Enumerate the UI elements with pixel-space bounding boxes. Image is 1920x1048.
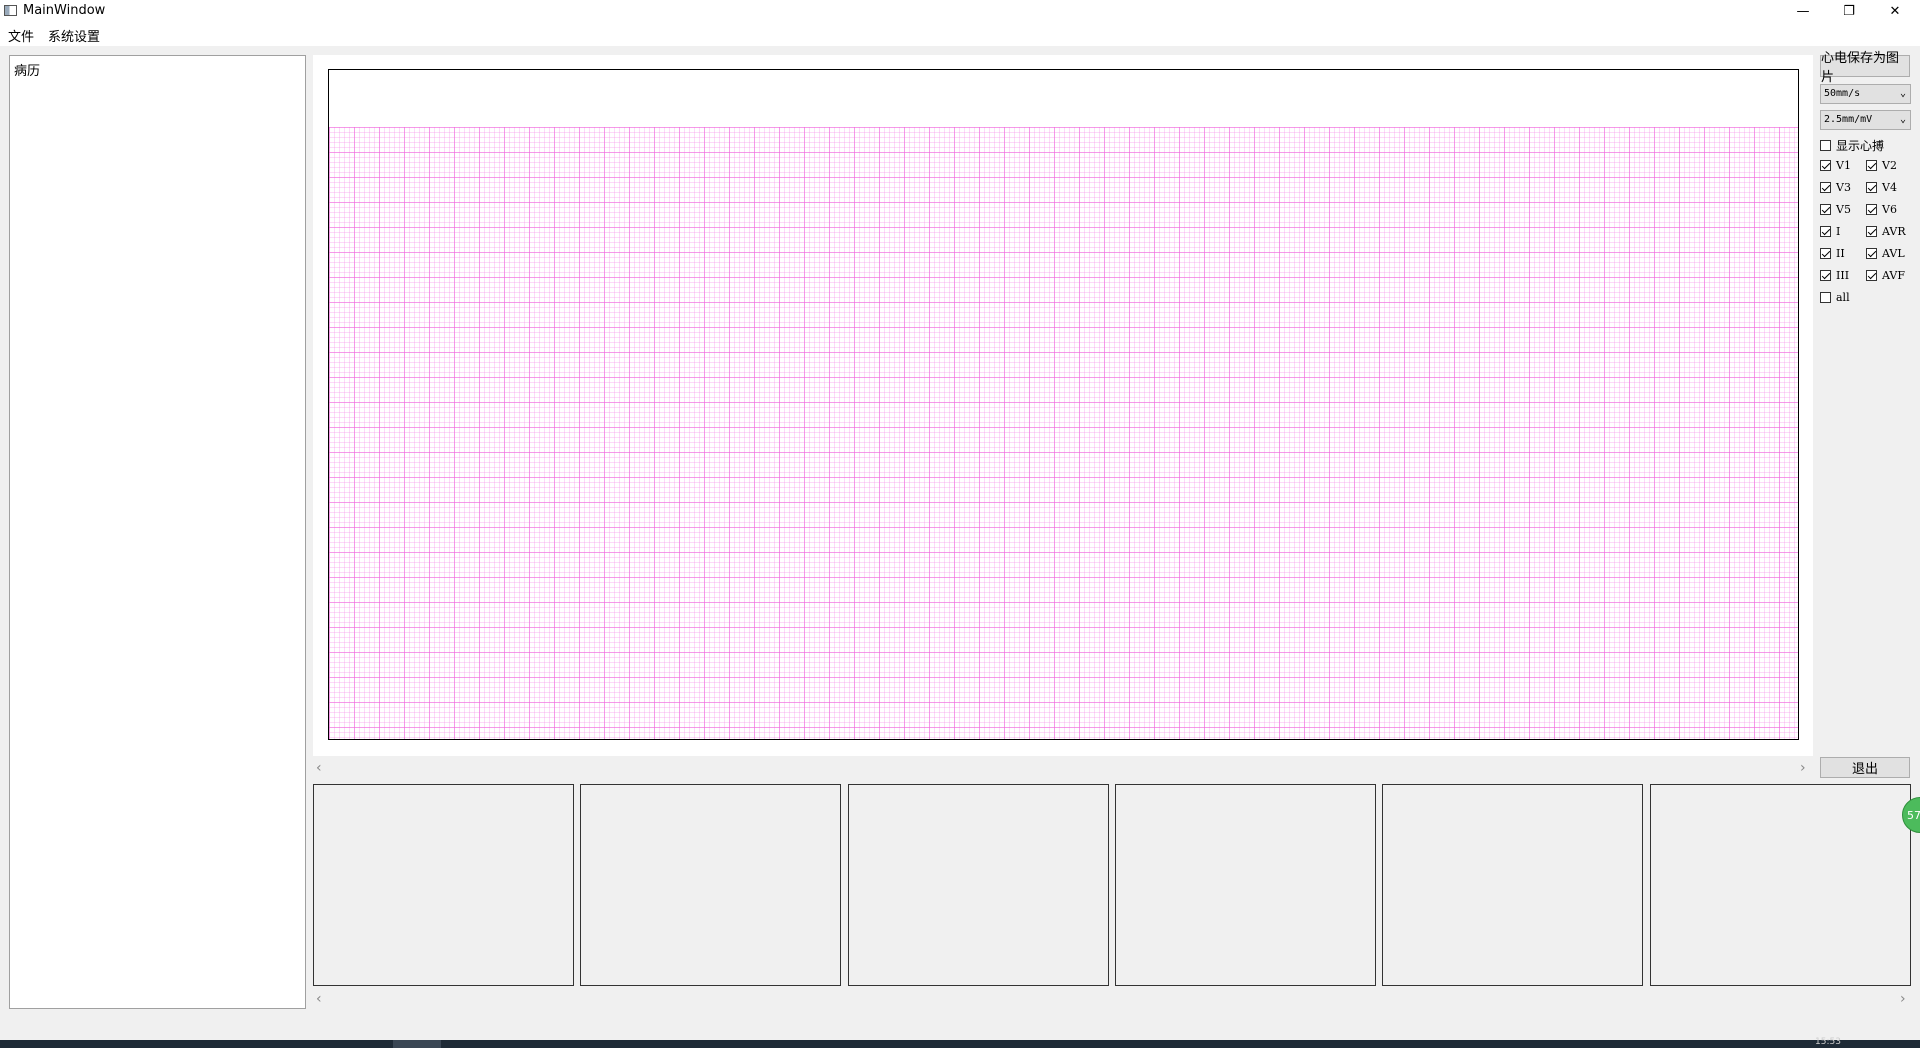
show-beat-checkbox[interactable]: 显示心搏	[1820, 137, 1884, 154]
app-icon	[4, 5, 17, 16]
menu-file[interactable]: 文件	[8, 26, 34, 45]
lead-label: AVF	[1882, 269, 1905, 282]
close-button[interactable]: ✕	[1872, 0, 1918, 22]
thumbnail[interactable]	[1650, 784, 1911, 986]
save-image-button[interactable]: 心电保存为图片	[1820, 51, 1910, 85]
chevron-down-icon: ⌄	[1899, 114, 1906, 125]
lead-checkbox-avf[interactable]: AVF	[1866, 269, 1905, 282]
lead-label: V5	[1836, 203, 1851, 216]
ecg-scrollbar[interactable]: ‹ ›	[313, 760, 1813, 776]
thumbnail[interactable]	[1115, 784, 1376, 986]
lead-label: III	[1836, 269, 1850, 282]
ecg-view	[313, 55, 1813, 756]
thumbnail[interactable]	[848, 784, 1109, 986]
lead-label: V3	[1836, 181, 1851, 194]
checkbox-box[interactable]	[1866, 248, 1877, 259]
checkbox-box[interactable]	[1820, 204, 1831, 215]
checkbox-box[interactable]	[1866, 160, 1877, 171]
lead-checkbox-v2[interactable]: V2	[1866, 159, 1897, 172]
lead-checkbox-v1[interactable]: V1	[1820, 159, 1851, 172]
checkbox-box[interactable]	[1866, 226, 1877, 237]
record-panel[interactable]: 病历	[9, 55, 306, 1009]
speed-select[interactable]: 50mm/s ⌄	[1820, 84, 1911, 104]
lead-label: V6	[1882, 203, 1897, 216]
all-label: all	[1836, 291, 1850, 304]
speed-value: 50mm/s	[1824, 88, 1861, 99]
lead-checkbox-avl[interactable]: AVL	[1866, 247, 1905, 260]
lead-label: V1	[1836, 159, 1851, 172]
lead-label: V4	[1882, 181, 1897, 194]
gain-select[interactable]: 2.5mm/mV ⌄	[1820, 110, 1911, 130]
lead-checkbox-v6[interactable]: V6	[1866, 203, 1897, 216]
show-beat-label: 显示心搏	[1836, 139, 1885, 153]
thumbnail[interactable]	[580, 784, 841, 986]
lead-label: AVL	[1882, 247, 1905, 260]
lead-checkbox-v3[interactable]: V3	[1820, 181, 1851, 194]
lead-label: I	[1836, 225, 1841, 238]
all-checkbox[interactable]: all	[1820, 291, 1850, 304]
lead-label: V2	[1882, 159, 1897, 172]
restore-button[interactable]: ❐	[1826, 0, 1872, 22]
lead-label: II	[1836, 247, 1845, 260]
lead-checkbox-v5[interactable]: V5	[1820, 203, 1851, 216]
checkbox-box[interactable]	[1866, 182, 1877, 193]
thumbnail[interactable]	[1382, 784, 1643, 986]
beat-thumbnails	[313, 784, 1913, 986]
record-label: 病历	[14, 64, 41, 79]
lead-checkbox-v4[interactable]: V4	[1866, 181, 1897, 194]
scroll-right-icon[interactable]: ›	[1800, 760, 1806, 776]
ecg-grid	[329, 127, 1798, 739]
window-title: MainWindow	[23, 3, 106, 18]
lead-checkbox-ii[interactable]: II	[1820, 247, 1845, 260]
scroll-right-icon[interactable]: ›	[1900, 991, 1906, 1007]
checkbox-box[interactable]	[1820, 160, 1831, 171]
lead-label: AVR	[1882, 225, 1906, 238]
thumbnail-scrollbar[interactable]: ‹ ›	[313, 991, 1913, 1007]
checkbox-box[interactable]	[1820, 292, 1831, 303]
thumbnail[interactable]	[313, 784, 574, 986]
lead-checkbox-avr[interactable]: AVR	[1866, 225, 1906, 238]
scroll-left-icon[interactable]: ‹	[316, 991, 322, 1007]
taskbar: 15:53	[0, 1037, 1920, 1048]
checkbox-box[interactable]	[1820, 270, 1831, 281]
exit-button[interactable]: 退出	[1820, 757, 1910, 778]
minimize-button[interactable]: —	[1780, 0, 1826, 22]
checkbox-box[interactable]	[1820, 182, 1831, 193]
checkbox-box[interactable]	[1820, 140, 1831, 151]
taskbar-clock: 15:53	[1815, 1037, 1841, 1047]
lead-checkbox-i[interactable]: I	[1820, 225, 1840, 238]
scroll-left-icon[interactable]: ‹	[316, 760, 322, 776]
title-bar: MainWindow — ❐ ✕	[0, 0, 1920, 22]
taskbar-app[interactable]	[393, 1040, 441, 1048]
menu-settings[interactable]: 系统设置	[48, 26, 100, 45]
ecg-canvas	[328, 69, 1799, 740]
gain-value: 2.5mm/mV	[1824, 114, 1873, 125]
menu-bar: 文件 系统设置	[0, 22, 1920, 46]
checkbox-box[interactable]	[1866, 204, 1877, 215]
lead-checkbox-iii[interactable]: III	[1820, 269, 1849, 282]
checkbox-box[interactable]	[1820, 248, 1831, 259]
checkbox-box[interactable]	[1866, 270, 1877, 281]
chevron-down-icon: ⌄	[1899, 88, 1906, 99]
checkbox-box[interactable]	[1820, 226, 1831, 237]
